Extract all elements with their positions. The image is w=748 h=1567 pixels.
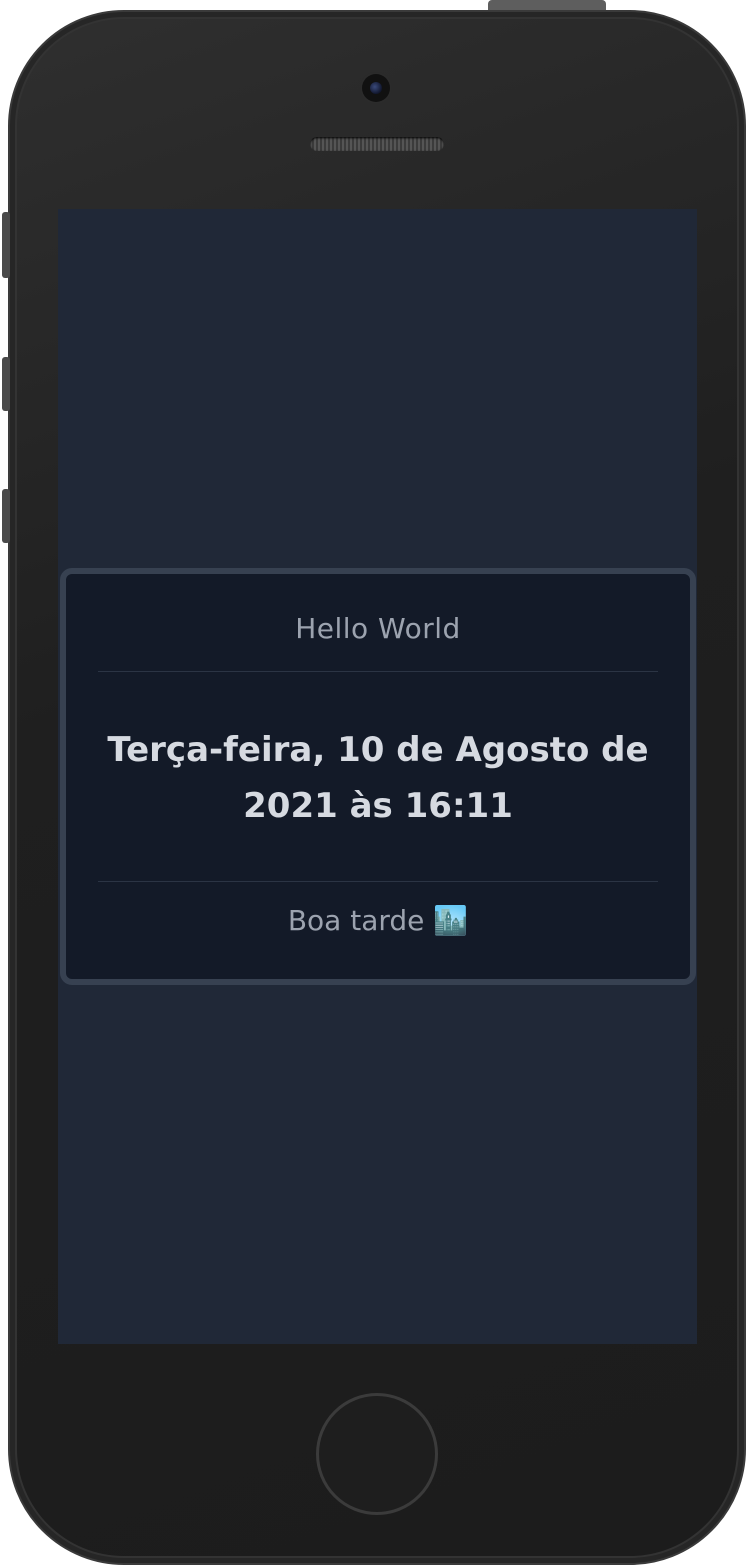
volume-up-button[interactable]	[2, 357, 10, 411]
home-button[interactable]	[316, 1393, 438, 1515]
greeting-card: Hello World Terça-feira, 10 de Agosto de…	[60, 568, 696, 985]
earpiece-speaker	[310, 137, 444, 151]
mute-switch[interactable]	[2, 212, 10, 278]
front-camera-icon	[362, 74, 390, 102]
volume-down-button[interactable]	[2, 489, 10, 543]
card-header: Hello World	[295, 612, 461, 645]
datetime-title: Terça-feira, 10 de Agosto de 2021 às 16:…	[107, 730, 649, 826]
footer-divider	[98, 881, 658, 882]
greeting-text: Boa tarde 🏙️	[287, 904, 469, 937]
header-divider	[98, 671, 658, 672]
